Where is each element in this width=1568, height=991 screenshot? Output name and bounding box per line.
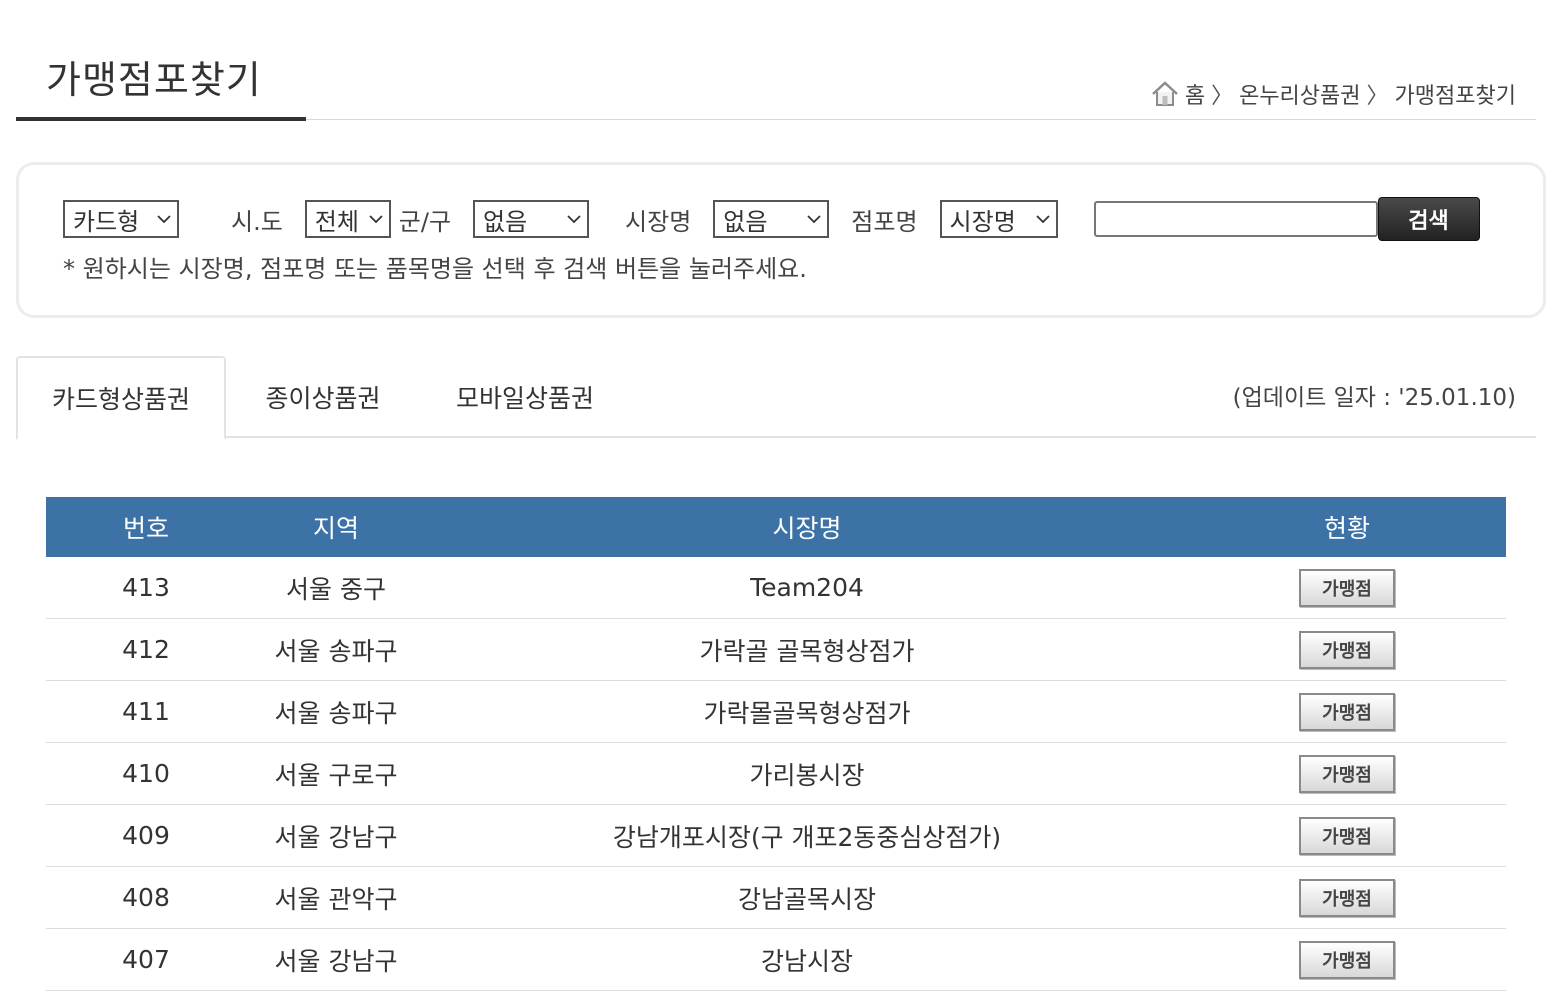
row-market: 강남시장 <box>760 946 853 976</box>
row-market: 가락몰골목형상점가 <box>703 698 911 728</box>
row-region: 서울 관악구 <box>274 884 398 914</box>
row-market: 강남개포시장(구 개포2동중심상점가) <box>612 822 1002 852</box>
market-value: 없음 <box>723 207 768 236</box>
table-row: 412 서울 송파구 가락골 골목형상점가 가맹점 <box>46 619 1506 681</box>
header-market: 시장명 <box>772 514 842 543</box>
header-status: 현황 <box>1323 514 1370 543</box>
page-title: 가맹점포찾기 <box>46 58 262 102</box>
update-date: (업데이트 일자 : '25.01.10) <box>1232 385 1516 411</box>
row-status: 가맹점 <box>1188 630 1506 669</box>
card-type-select[interactable]: 카드형 <box>63 200 179 238</box>
row-region: 서울 강남구 <box>274 822 398 852</box>
table-row: 407 서울 강남구 강남시장 가맹점 <box>46 929 1506 991</box>
chevron-down-icon <box>1035 215 1050 224</box>
header-number: 번호 <box>122 514 169 543</box>
gungu-value: 없음 <box>483 207 528 236</box>
store-list-button[interactable]: 가맹점 <box>1299 878 1395 917</box>
row-status: 가맹점 <box>1188 878 1506 917</box>
home-icon[interactable] <box>1151 81 1179 107</box>
keyword-input[interactable] <box>1093 201 1378 237</box>
search-type-value: 시장명 <box>949 207 1016 236</box>
search-note: * 원하시는 시장명, 점포명 또는 품목명을 선택 후 검색 버튼을 눌러주세… <box>63 255 807 283</box>
gungu-select[interactable]: 없음 <box>473 200 590 238</box>
store-table: 번호 지역 시장명 현황 413 서울 중구 Team204 가맹점 412 서… <box>46 497 1506 991</box>
title-underline <box>16 117 306 121</box>
row-region: 서울 중구 <box>286 574 386 604</box>
market-select[interactable]: 없음 <box>713 200 830 238</box>
row-status: 가맹점 <box>1188 940 1506 979</box>
row-status: 가맹점 <box>1188 816 1506 855</box>
breadcrumb-separator: 〉 <box>1211 84 1234 109</box>
tab-bar: 카드형상품권 종이상품권 모바일상품권 (업데이트 일자 : '25.01.10… <box>16 356 1536 440</box>
row-market: 강남골목시장 <box>737 884 876 914</box>
market-label: 시장명 <box>625 207 692 236</box>
row-number: 407 <box>122 945 170 974</box>
row-number: 410 <box>122 759 170 788</box>
breadcrumb-separator: 〉 <box>1366 84 1389 109</box>
store-list-button[interactable]: 가맹점 <box>1299 754 1395 793</box>
tab-paper-voucher[interactable]: 종이상품권 <box>238 356 408 438</box>
search-button[interactable]: 검색 <box>1377 197 1480 241</box>
row-status: 가맹점 <box>1188 568 1506 607</box>
row-market: 가리봉시장 <box>749 760 865 790</box>
row-number: 413 <box>122 573 170 602</box>
table-header: 번호 지역 시장명 현황 <box>46 497 1506 557</box>
table-row: 409 서울 강남구 강남개포시장(구 개포2동중심상점가) 가맹점 <box>46 805 1506 867</box>
row-market: 가락골 골목형상점가 <box>699 636 915 666</box>
tab-mobile-voucher[interactable]: 모바일상품권 <box>434 356 616 438</box>
store-list-button[interactable]: 가맹점 <box>1299 568 1395 607</box>
breadcrumb-home[interactable]: 홈 <box>1185 78 1205 110</box>
chevron-down-icon <box>567 215 581 224</box>
search-box: 카드형 시.도 전체 군/구 없음 시장명 없음 점포명 시장명 검색 * 원하… <box>16 162 1546 318</box>
store-list-button[interactable]: 가맹점 <box>1299 940 1395 979</box>
store-label: 점포명 <box>851 207 918 236</box>
table-row: 413 서울 중구 Team204 가맹점 <box>46 557 1506 619</box>
sido-select[interactable]: 전체 <box>304 200 391 238</box>
card-type-value: 카드형 <box>73 207 140 236</box>
table-row: 408 서울 관악구 강남골목시장 가맹점 <box>46 867 1506 929</box>
breadcrumb-onnuri[interactable]: 온누리상품권 <box>1239 78 1360 110</box>
tab-card-voucher[interactable]: 카드형상품권 <box>16 356 226 440</box>
row-number: 412 <box>122 635 170 664</box>
row-status: 가맹점 <box>1188 754 1506 793</box>
row-market: Team204 <box>750 573 864 602</box>
breadcrumb-current: 가맹점포찾기 <box>1394 84 1516 109</box>
row-number: 408 <box>122 883 170 912</box>
sido-value: 전체 <box>314 207 359 236</box>
gungu-label: 군/구 <box>398 207 452 236</box>
row-region: 서울 강남구 <box>274 946 398 976</box>
table-row: 411 서울 송파구 가락몰골목형상점가 가맹점 <box>46 681 1506 743</box>
search-row: 카드형 시.도 전체 군/구 없음 시장명 없음 점포명 시장명 검색 <box>63 197 1480 241</box>
page-header: 가맹점포찾기 홈 〉 온누리상품권 〉 가맹점포찾기 <box>16 0 1536 121</box>
chevron-down-icon <box>369 215 383 224</box>
store-list-button[interactable]: 가맹점 <box>1299 692 1395 731</box>
header-region: 지역 <box>312 514 359 543</box>
row-region: 서울 송파구 <box>274 636 398 666</box>
row-region: 서울 송파구 <box>274 698 398 728</box>
row-region: 서울 구로구 <box>274 760 398 790</box>
row-status: 가맹점 <box>1188 692 1506 731</box>
breadcrumb: 홈 〉 온누리상품권 〉 가맹점포찾기 <box>1151 78 1516 110</box>
chevron-down-icon <box>157 215 171 224</box>
store-list-button[interactable]: 가맹점 <box>1299 816 1395 855</box>
chevron-down-icon <box>807 215 821 224</box>
store-list-button[interactable]: 가맹점 <box>1299 630 1395 669</box>
row-number: 409 <box>122 821 170 850</box>
table-row: 410 서울 구로구 가리봉시장 가맹점 <box>46 743 1506 805</box>
row-number: 411 <box>122 697 170 726</box>
search-type-select[interactable]: 시장명 <box>939 200 1058 238</box>
sido-label: 시.도 <box>231 207 283 236</box>
